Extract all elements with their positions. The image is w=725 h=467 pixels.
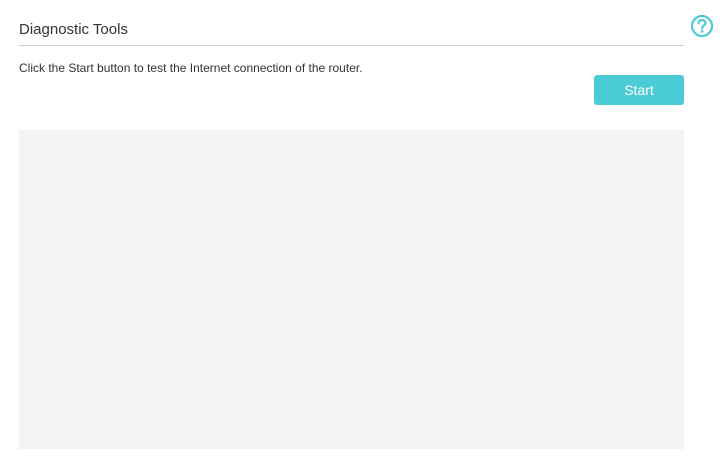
start-button[interactable]: Start xyxy=(594,75,684,105)
help-circle-icon[interactable] xyxy=(690,14,714,38)
instruction-text: Click the Start button to test the Inter… xyxy=(19,61,363,75)
title-divider xyxy=(19,45,684,46)
page-title: Diagnostic Tools xyxy=(19,21,128,38)
diagnostic-output-area xyxy=(19,130,684,449)
diagnostic-tools-panel: Diagnostic Tools Click the Start button … xyxy=(19,0,684,467)
help-circle-icon-graphic xyxy=(690,14,714,38)
